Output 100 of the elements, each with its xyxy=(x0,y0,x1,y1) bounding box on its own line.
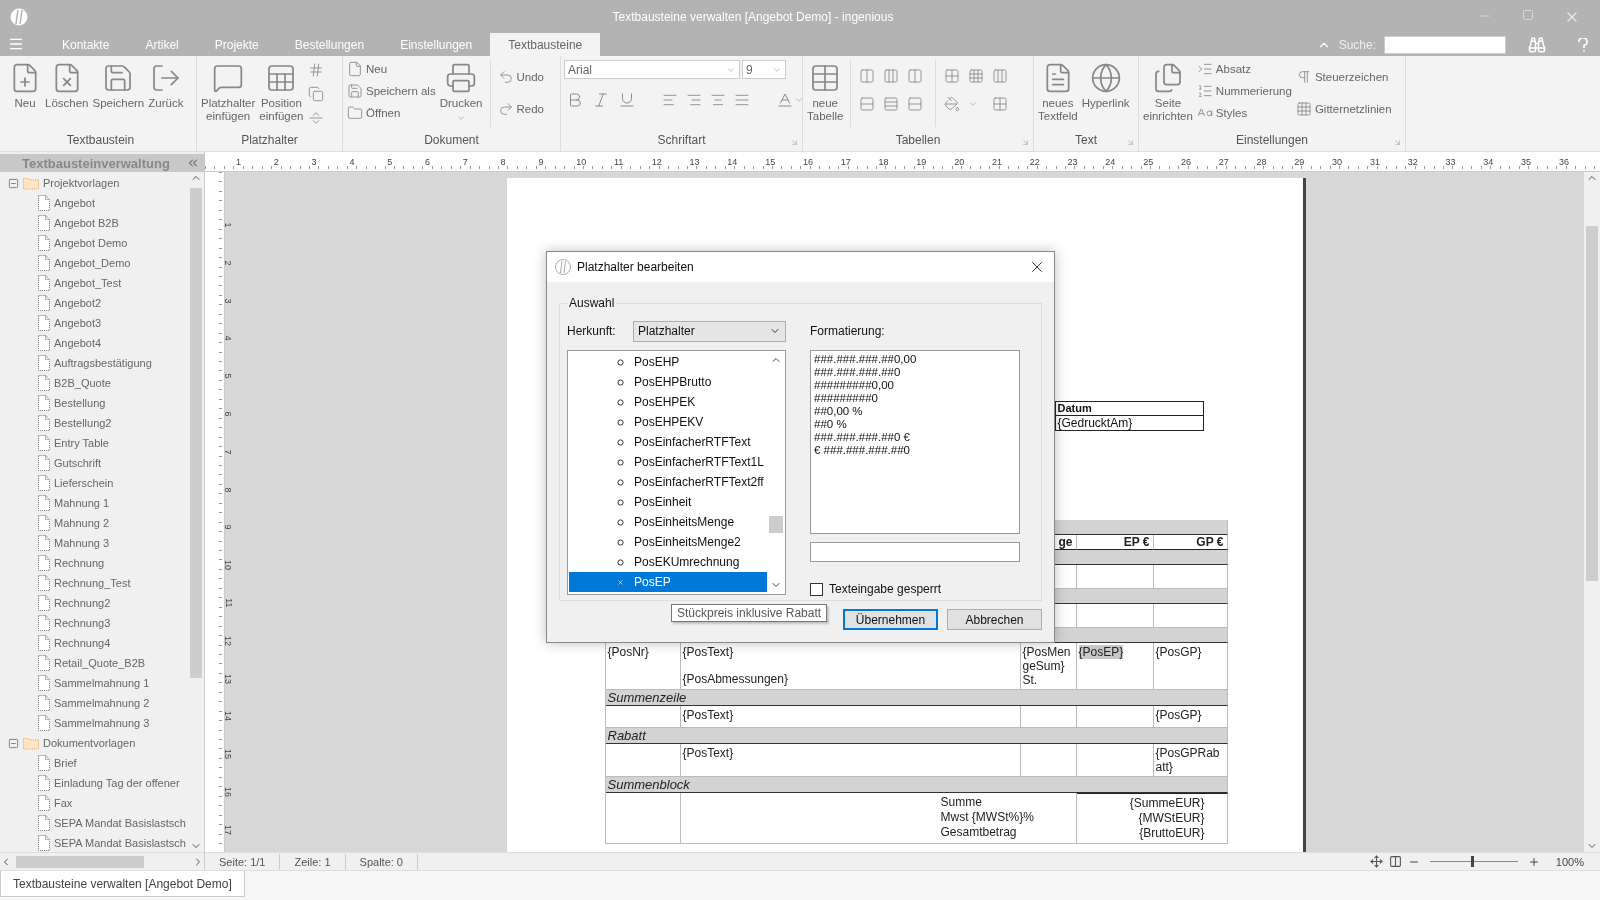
format-option[interactable]: ##0 % xyxy=(814,418,1016,431)
tree-item[interactable]: Rechnung4 xyxy=(38,635,111,651)
hyperlink-button[interactable]: Hyperlink xyxy=(1080,60,1131,112)
ribbon-tab[interactable]: Textbausteine xyxy=(490,33,601,56)
new-file-button[interactable]: Neu xyxy=(346,60,437,78)
checkbox[interactable] xyxy=(810,582,823,596)
apply-button[interactable]: Übernehmen xyxy=(843,609,938,630)
save-button[interactable]: Speichern xyxy=(91,60,146,112)
tree-folder[interactable]: Projektvorlagen xyxy=(23,176,120,190)
tree-item[interactable]: Auftragsbestätigung xyxy=(38,355,152,371)
tree-item[interactable]: Angebot_Demo xyxy=(38,255,131,271)
scrollbar-thumb[interactable] xyxy=(190,188,202,678)
tree-item[interactable]: Sammelmahnung 1 xyxy=(38,675,150,691)
cancel-button[interactable]: Abbrechen xyxy=(947,609,1042,630)
tree-item[interactable]: Angebot4 xyxy=(38,335,102,351)
font-name-field[interactable]: Arial xyxy=(564,60,740,79)
tree-item[interactable]: Angebot xyxy=(38,195,95,211)
list-item[interactable]: PosEinfacherRTFText1L xyxy=(569,452,767,472)
tree-item[interactable]: Angebot Demo xyxy=(38,235,128,251)
format-option[interactable]: € ###.###.###.##0 xyxy=(814,444,1016,457)
tree-item[interactable]: Entry Table xyxy=(38,435,109,451)
format-option[interactable]: ###.###.###.##0 € xyxy=(814,431,1016,444)
tree-item[interactable]: Brief xyxy=(38,755,77,771)
fit-page-icon[interactable] xyxy=(1369,855,1383,868)
list-item[interactable]: PosEinheit xyxy=(569,492,767,512)
help-icon[interactable] xyxy=(1578,37,1588,52)
tree-item[interactable]: Bestellung xyxy=(38,395,106,411)
format-option[interactable]: ###.###.###.##0 xyxy=(814,366,1016,379)
tree-item[interactable]: Mahnung 3 xyxy=(38,535,110,551)
numbering-button[interactable]: Nummerierung xyxy=(1195,82,1293,100)
format-option[interactable]: ##0,00 % xyxy=(814,405,1016,418)
list-item[interactable]: PosEKUmrechnung xyxy=(569,552,767,572)
format-input[interactable] xyxy=(810,542,1020,562)
tree-item[interactable]: Bestellung2 xyxy=(38,415,112,431)
horizontal-scrollbar[interactable] xyxy=(0,852,204,870)
control-characters-button[interactable]: Steuerzeichen xyxy=(1294,68,1393,86)
tree-item[interactable]: Rechnung_Test xyxy=(38,575,131,591)
restore-icon[interactable] xyxy=(1522,8,1534,21)
tree-item[interactable]: Angebot3 xyxy=(38,315,102,331)
zoom-slider-thumb[interactable] xyxy=(1471,856,1475,867)
tree-item[interactable]: Angebot2 xyxy=(38,295,102,311)
tree-item[interactable]: Angebot B2B xyxy=(38,215,119,231)
list-item[interactable]: PosEHPBrutto xyxy=(569,372,767,392)
tree-item[interactable]: SEPA Mandat Basislastsch xyxy=(38,835,186,851)
list-item[interactable]: PosEinfacherRTFText2ff xyxy=(569,472,767,492)
undo-button[interactable]: Undo xyxy=(496,68,545,86)
delete-document-button[interactable]: Löschen xyxy=(44,60,90,112)
back-button[interactable]: Zurück xyxy=(147,60,185,112)
tree-item[interactable]: B2B_Quote xyxy=(38,375,111,391)
format-option[interactable]: #########0 xyxy=(814,392,1016,405)
styles-button[interactable]: Styles xyxy=(1195,104,1293,122)
list-item[interactable]: PosEinheitsMenge xyxy=(569,512,767,532)
tree-item[interactable]: Rechnung xyxy=(38,555,105,571)
list-item[interactable]: PosEinfacherRTFText xyxy=(569,432,767,452)
paragraph-button[interactable]: Absatz xyxy=(1195,60,1293,78)
redo-button[interactable]: Redo xyxy=(496,100,545,118)
binoculars-icon[interactable] xyxy=(1528,35,1546,54)
save-as-button[interactable]: Speichern als xyxy=(346,82,437,100)
tree-item[interactable]: Fax xyxy=(38,795,73,811)
gridlines-button[interactable]: Gitternetzlinien xyxy=(1294,100,1393,118)
list-item[interactable]: PosEHPEK xyxy=(569,392,767,412)
page-setup-button[interactable]: Seite einrichten xyxy=(1142,60,1194,125)
page-view-icon[interactable] xyxy=(1388,855,1402,868)
tree-folder[interactable]: Dokumentvorlagen xyxy=(23,736,136,750)
format-list[interactable]: ###.###.###.##0,00 ###.###.###.##0 #########0,00 #########0 ##0,00 % ##0 % ###.###.###.##0 € € ###.###.###.##0 xyxy=(810,350,1020,534)
tree-item[interactable]: Angebot_Test xyxy=(38,275,122,291)
zoom-in-icon[interactable] xyxy=(1527,855,1540,868)
tree-item[interactable]: Retail_Quote_B2B xyxy=(38,655,146,671)
open-button[interactable]: Öffnen xyxy=(346,104,437,122)
collapse-icon[interactable] xyxy=(8,177,19,189)
tree-item[interactable]: Rechnung2 xyxy=(38,595,111,611)
collapse-icon[interactable] xyxy=(8,737,19,749)
tree-item[interactable]: Einladung Tag der offener xyxy=(38,775,180,791)
app-menu-icon[interactable] xyxy=(8,36,24,52)
tree-item[interactable]: Mahnung 1 xyxy=(38,495,110,511)
tree-item[interactable]: Mahnung 2 xyxy=(38,515,110,531)
list-item[interactable]: PosEP xyxy=(569,572,767,592)
scrollbar-thumb[interactable] xyxy=(1586,226,1598,581)
tree-item[interactable]: Sammelmahnung 3 xyxy=(38,715,150,731)
scrollbar-thumb[interactable] xyxy=(16,855,144,868)
search-field[interactable] xyxy=(1384,35,1506,54)
new-table-button[interactable]: neue Tabelle xyxy=(806,60,845,125)
tree-item[interactable]: Lieferschein xyxy=(38,475,114,491)
format-option[interactable]: #########0,00 xyxy=(814,379,1016,392)
window-tab[interactable]: Textbausteine verwalten [Angebot Demo] xyxy=(0,871,245,897)
insert-placeholder-button[interactable]: Platzhalter einfügen xyxy=(200,60,257,125)
list-item[interactable]: PosEHP xyxy=(569,352,767,372)
new-document-button[interactable]: Neu xyxy=(8,60,42,112)
tree-item[interactable]: Rechnung3 xyxy=(38,615,111,631)
scrollbar-thumb[interactable] xyxy=(768,516,783,533)
tree-item[interactable]: SEPA Mandat Basislastsch xyxy=(38,815,186,831)
tree-item[interactable]: Sammelmahnung 2 xyxy=(38,695,150,711)
print-button[interactable]: Drucken xyxy=(438,60,484,125)
font-size-field[interactable]: 9 xyxy=(742,60,786,79)
collapse-sidebar-icon[interactable] xyxy=(186,156,200,170)
format-option[interactable]: ###.###.###.##0,00 xyxy=(814,353,1016,366)
list-item[interactable]: PosEHPEKV xyxy=(569,412,767,432)
new-text-field-button[interactable]: neues Textfeld xyxy=(1037,60,1079,125)
list-item[interactable]: PosEinheitsMenge2 xyxy=(569,532,767,552)
tree-item[interactable]: Gutschrift xyxy=(38,455,102,471)
